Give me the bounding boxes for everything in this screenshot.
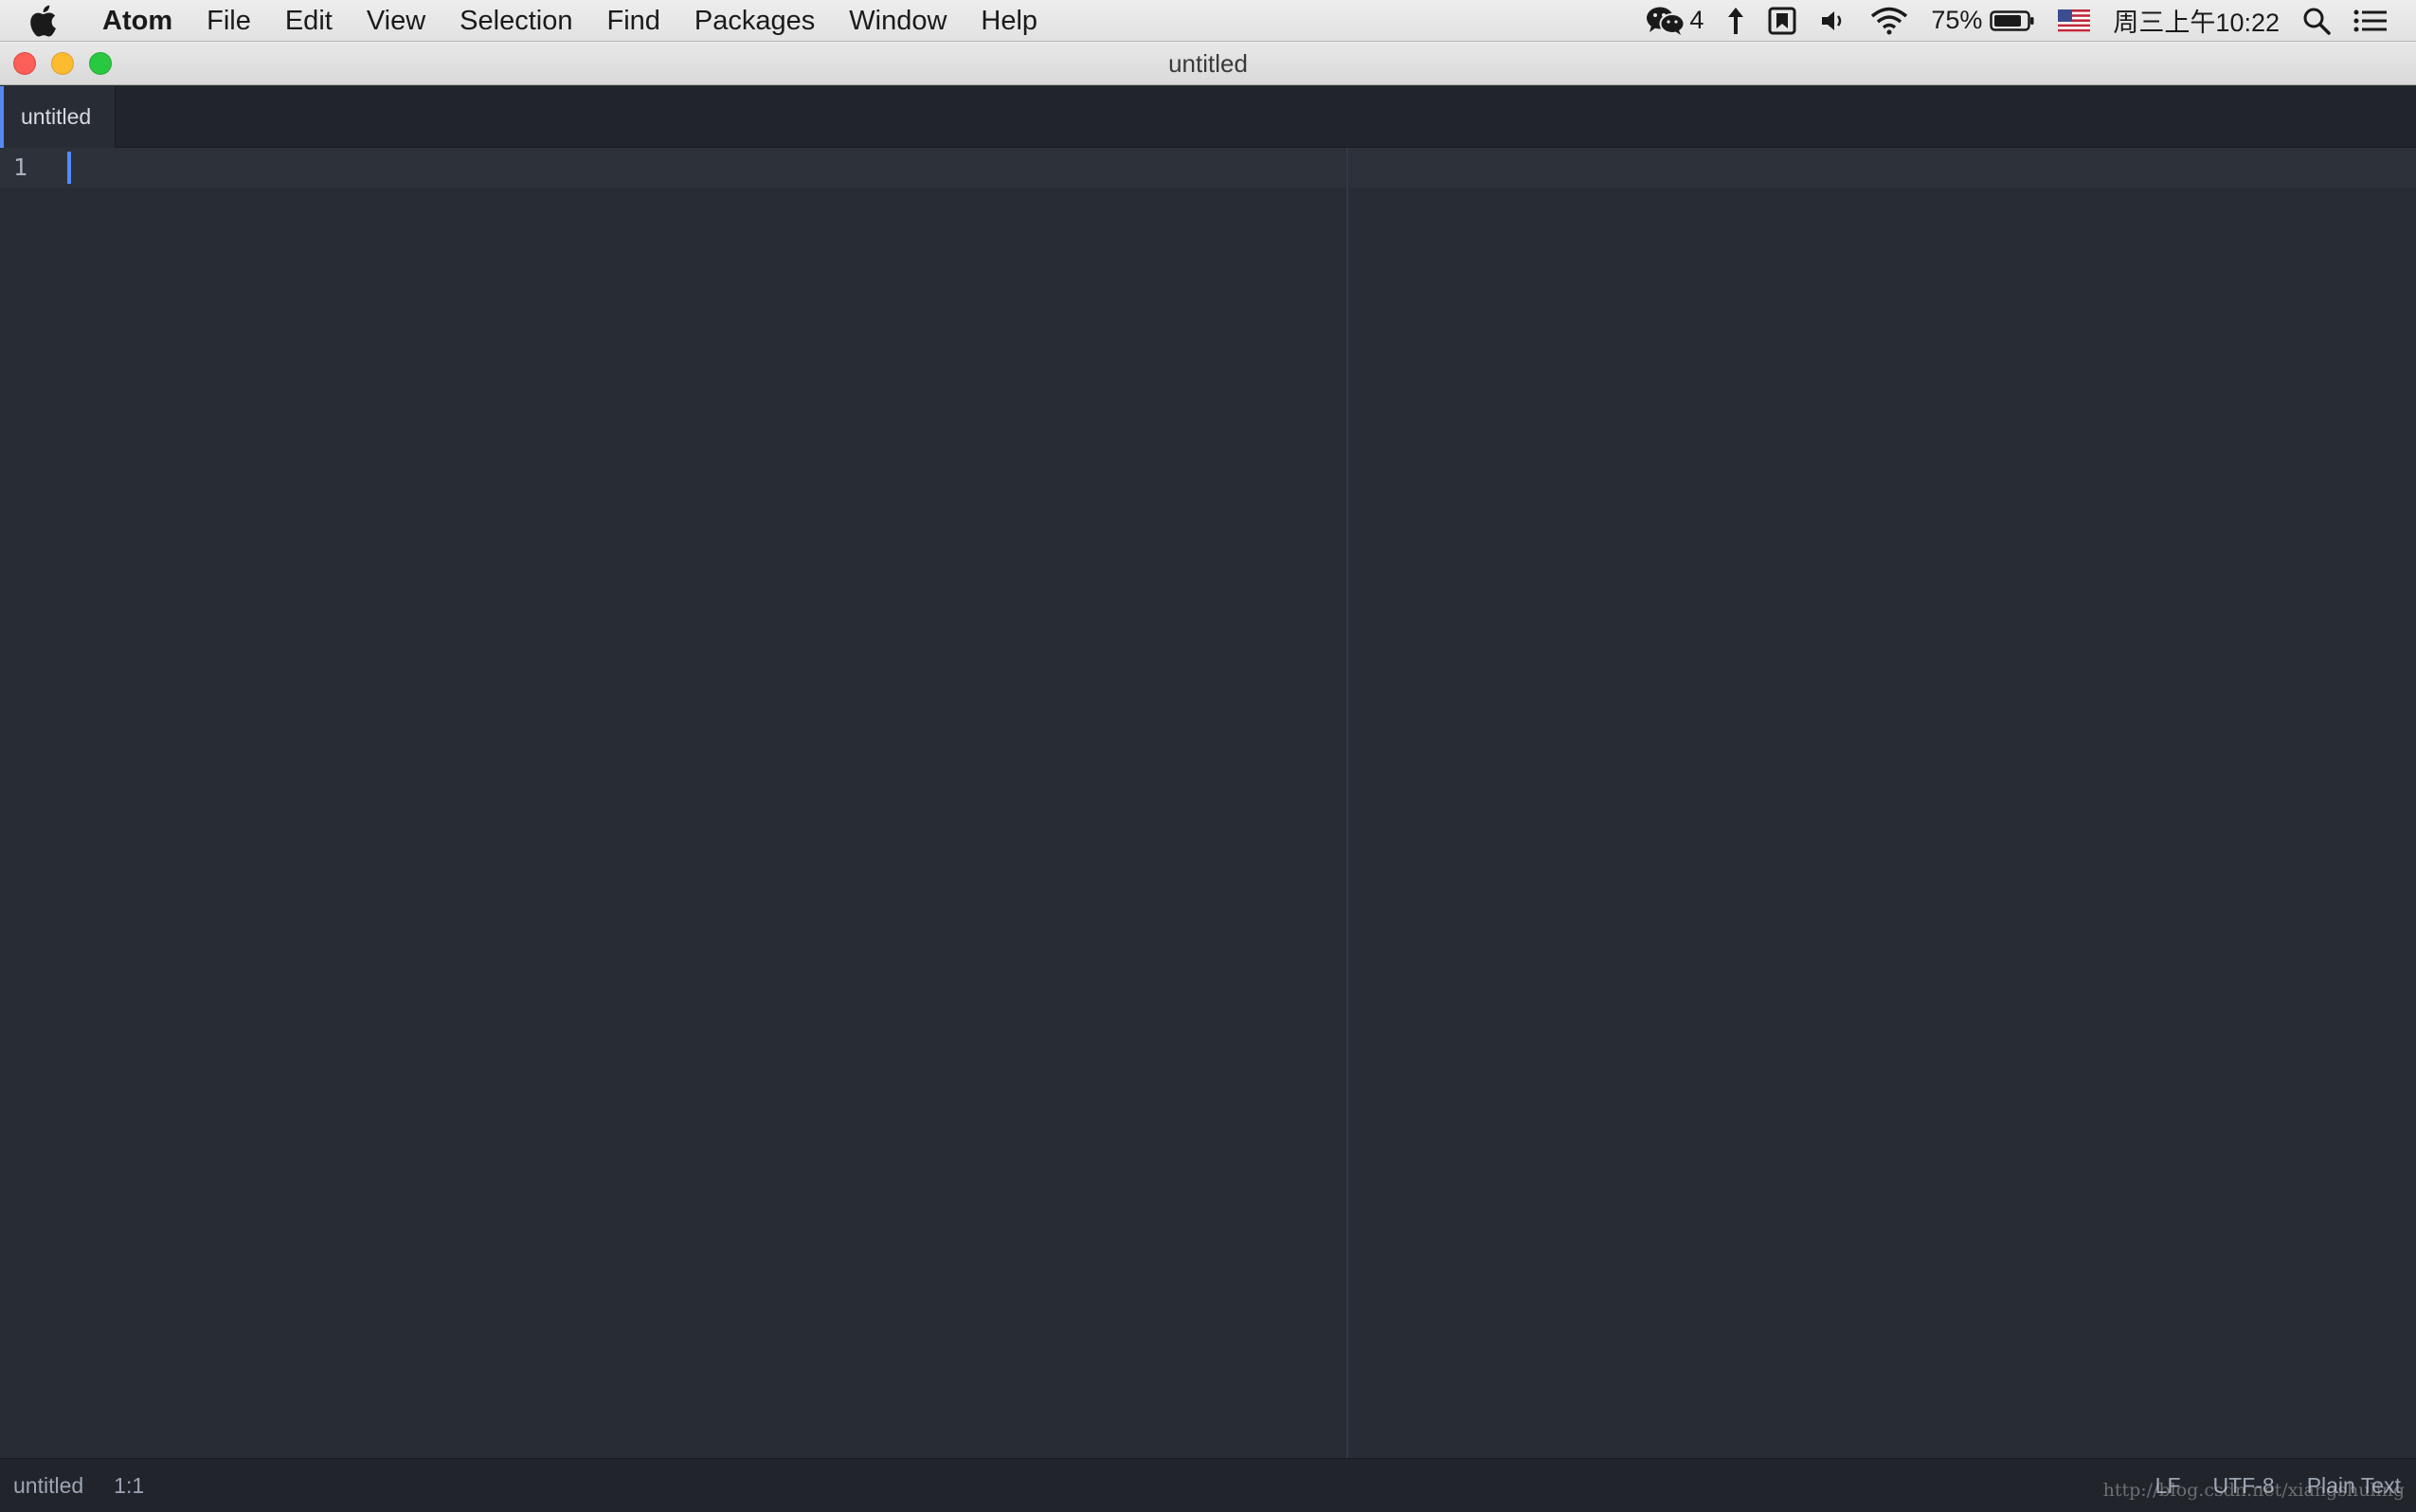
watermark-text: http://blog.csdn.net/xiangshuling — [2102, 1480, 2405, 1501]
battery-percent: 75% — [1931, 6, 1983, 34]
menu-find[interactable]: Find — [589, 0, 676, 42]
menu-window[interactable]: Window — [832, 0, 964, 42]
menu-selection[interactable]: Selection — [442, 0, 589, 42]
volume-icon[interactable] — [1808, 0, 1859, 42]
text-editor[interactable]: 1 — [0, 148, 2416, 1458]
bookmark-icon[interactable] — [1757, 0, 1808, 42]
battery-icon — [1990, 9, 2035, 32]
menu-bar: Atom File Edit View Selection Find Packa… — [0, 0, 2416, 42]
text-caret — [67, 152, 71, 184]
status-bar: untitled 1:1 LF UTF-8 Plain Text — [0, 1458, 2416, 1512]
tab-bar: untitled — [0, 86, 2416, 148]
tab-untitled[interactable]: untitled — [0, 86, 116, 148]
status-cursor-position[interactable]: 1:1 — [114, 1473, 144, 1499]
tab-label: untitled — [21, 104, 92, 129]
spotlight-search-icon[interactable] — [2291, 0, 2342, 42]
status-file-name[interactable]: untitled — [13, 1473, 83, 1499]
notification-center-icon[interactable] — [2342, 0, 2399, 42]
wifi-icon[interactable] — [1859, 0, 1920, 42]
apple-icon[interactable] — [0, 0, 85, 42]
wechat-status[interactable]: 4 — [1634, 0, 1715, 42]
menu-packages[interactable]: Packages — [677, 0, 832, 42]
window-title: untitled — [1168, 49, 1248, 78]
wechat-badge-count: 4 — [1689, 6, 1704, 34]
menu-edit[interactable]: Edit — [268, 0, 350, 42]
menu-file[interactable]: File — [189, 0, 268, 42]
window-titlebar[interactable]: untitled — [0, 42, 2416, 85]
cursor-line-highlight — [0, 148, 2416, 188]
line-number: 1 — [13, 153, 28, 181]
wrap-guide — [1346, 148, 1348, 1458]
battery-status[interactable]: 75% — [1920, 0, 2046, 42]
menubar-clock[interactable]: 周三上午10:22 — [2101, 0, 2291, 42]
upload-arrow-icon[interactable] — [1715, 0, 1757, 42]
us-flag-icon[interactable] — [2046, 0, 2101, 42]
menu-view[interactable]: View — [350, 0, 442, 42]
menu-app-atom[interactable]: Atom — [85, 0, 189, 42]
wechat-icon — [1646, 6, 1686, 36]
menu-help[interactable]: Help — [964, 0, 1055, 42]
